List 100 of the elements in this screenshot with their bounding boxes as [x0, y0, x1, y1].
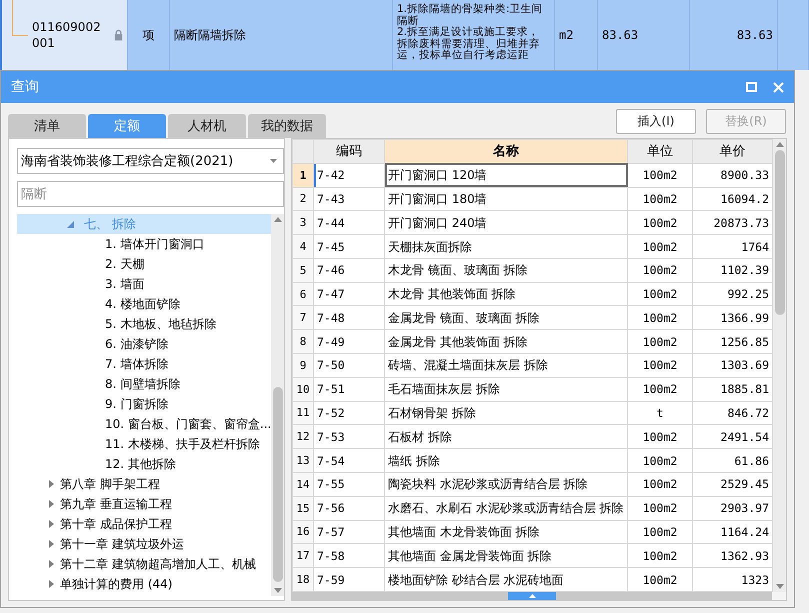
table-cell: 7-46 — [314, 258, 384, 282]
table-cell: 7-50 — [314, 354, 384, 378]
table-row[interactable]: 11 7-52 石材钢骨架 拆除 t 846.72 — [292, 401, 772, 425]
table-row[interactable]: 4 7-45 天棚抹灰面拆除 100m2 1764 — [292, 234, 772, 258]
row-number: 1 — [292, 163, 314, 188]
table-cell: 100m2 — [628, 210, 692, 235]
column-header[interactable]: 编码 — [314, 140, 384, 164]
table-row[interactable]: 9 7-50 砖墙、混凝土墙面抹灰层 拆除 100m2 1303.69 — [292, 354, 772, 378]
collapsed-icon — [49, 540, 54, 548]
row-number: 10 — [292, 377, 314, 402]
table-row[interactable]: 17 7-58 其他墙面 金属龙骨装饰面 拆除 100m2 1362.93 — [292, 544, 772, 568]
tree-item[interactable]: 第十二章 建筑物超高增加人工、机械 — [17, 554, 271, 574]
table-row[interactable]: 7 7-48 金属龙骨 镜面、玻璃面 拆除 100m2 1366.99 — [292, 306, 772, 330]
scroll-down-icon — [776, 584, 784, 589]
close-icon[interactable] — [773, 82, 784, 92]
table-cell: t — [628, 401, 692, 425]
table-cell: 7-42 — [314, 163, 384, 188]
search-field[interactable]: 隔断 — [17, 181, 284, 207]
tree-item[interactable]: 6. 油漆铲除 — [17, 334, 271, 354]
row-number: 9 — [292, 354, 314, 378]
table-cell: 开门窗洞口 180墙 — [384, 187, 628, 211]
item-unit: m2 — [559, 28, 574, 42]
item-description: 2.拆至满足设计或施工要求，拆除废料需要清理、归堆并弃运，投标单位自行考虑运距 — [397, 27, 541, 62]
tab[interactable]: 我的数据 — [248, 114, 326, 138]
quota-dropdown[interactable]: 海南省装饰装修工程综合定额(2021) — [17, 148, 284, 174]
collapsed-icon — [49, 560, 54, 568]
table-row[interactable]: 14 7-55 陶瓷块料 水泥砂浆或沥青结合层 拆除 100m2 2529.45 — [292, 472, 772, 496]
table-cell: 100m2 — [628, 496, 692, 520]
tab[interactable]: 清单 — [8, 114, 86, 138]
dropdown-arrow-icon — [270, 159, 277, 163]
row-number: 6 — [292, 282, 314, 306]
column-header[interactable]: 单位 — [628, 140, 692, 164]
maximize-icon[interactable] — [746, 82, 757, 92]
scrollbar-thumb[interactable] — [774, 150, 784, 315]
table-cell: 100m2 — [628, 330, 692, 354]
dialog-title: 查询 — [11, 78, 40, 96]
row-number: 7 — [292, 306, 314, 330]
item-price: 83.63 — [736, 28, 773, 42]
row-number: 4 — [292, 234, 314, 258]
table-cell: 7-48 — [314, 306, 384, 330]
table-row[interactable]: 12 7-53 石板材 拆除 100m2 2491.54 — [292, 424, 772, 449]
table-cell: 7-47 — [314, 282, 384, 306]
row-number: 13 — [292, 448, 314, 472]
table-row[interactable]: 3 7-44 开门窗洞口 240墙 100m2 20873.73 — [292, 210, 772, 235]
table-cell: 水磨石、水刷石 水泥砂浆或沥青结合层 拆除 — [384, 496, 628, 520]
tree-item[interactable]: 8. 间壁墙拆除 — [17, 374, 271, 394]
table-row[interactable]: 10 7-51 毛石墙面抹灰层 拆除 100m2 1885.81 — [292, 377, 772, 402]
table-row[interactable]: 5 7-46 木龙骨 镜面、玻璃面 拆除 100m2 1102.39 — [292, 258, 772, 282]
row-number: 5 — [292, 258, 314, 282]
table-cell: 其他墙面 金属龙骨装饰面 拆除 — [384, 544, 628, 568]
table-row[interactable]: 8 7-49 金属龙骨 其他装饰面 拆除 100m2 1256.85 — [292, 330, 772, 354]
table-cell: 7-43 — [314, 187, 384, 211]
splitter-arrow-icon — [528, 594, 536, 598]
table-cell: 金属龙骨 镜面、玻璃面 拆除 — [384, 306, 628, 330]
insert-button[interactable]: 插入(I) — [616, 109, 696, 134]
table-cell: 木龙骨 镜面、玻璃面 拆除 — [384, 258, 628, 282]
row-number: 8 — [292, 330, 314, 354]
table-row[interactable]: 15 7-56 水磨石、水刷石 水泥砂浆或沥青结合层 拆除 100m2 2903.97 — [292, 496, 772, 520]
tab[interactable]: 人材机 — [168, 114, 246, 138]
table-cell: 100m2 — [628, 544, 692, 568]
scroll-up-icon — [274, 217, 282, 222]
tree-item[interactable]: 第十章 成品保护工程 — [17, 514, 271, 534]
tree-item[interactable]: 11. 木楼梯、扶手及栏杆拆除 — [17, 434, 271, 454]
tree-item[interactable]: 第九章 垂直运输工程 — [17, 494, 271, 514]
tree-item[interactable]: 第十一章 建筑垃圾外运 — [17, 534, 271, 554]
table-cell: 毛石墙面抹灰层 拆除 — [384, 377, 628, 402]
row-number: 14 — [292, 472, 314, 496]
table-cell: 陶瓷块料 水泥砂浆或沥青结合层 拆除 — [384, 472, 628, 496]
table-cell: 金属龙骨 其他装饰面 拆除 — [384, 330, 628, 354]
item-name: 隔断隔墙拆除 — [174, 26, 246, 44]
scrollbar-thumb[interactable] — [272, 387, 282, 582]
row-number: 16 — [292, 520, 314, 544]
table-cell: 100m2 — [628, 258, 692, 282]
table-cell: 7-58 — [314, 544, 384, 568]
tree-item[interactable]: 3. 墙面 — [17, 274, 271, 294]
tree-item[interactable]: 单独计算的费用 (44) — [17, 574, 271, 594]
table-row[interactable]: 13 7-54 墙纸 拆除 100m2 61.86 — [292, 448, 772, 472]
table-cell: 7-54 — [314, 448, 384, 472]
table-cell: 100m2 — [628, 472, 692, 496]
tree-item[interactable]: 10. 窗台板、门窗套、窗帘盒... — [17, 414, 271, 434]
tree-item[interactable]: 9. 门窗拆除 — [17, 394, 271, 414]
table-row[interactable]: 16 7-57 其他墙面 木龙骨装饰面 拆除 100m2 1164.24 — [292, 520, 772, 544]
table-cell: 100m2 — [628, 306, 692, 330]
column-header[interactable]: 单价 — [692, 140, 772, 164]
table-cell: 其他墙面 木龙骨装饰面 拆除 — [384, 520, 628, 544]
tree-item[interactable]: 12. 其他拆除 — [17, 454, 271, 474]
tree-item[interactable]: 1. 墙体开门窗洞口 — [17, 234, 271, 254]
tree-item[interactable]: 4. 楼地面铲除 — [17, 294, 271, 314]
tree-item[interactable]: 7. 墙体拆除 — [17, 354, 271, 374]
table-cell: 100m2 — [628, 282, 692, 306]
column-header[interactable]: 名称 — [384, 140, 628, 164]
tree-item[interactable]: 5. 木地板、地毡拆除 — [17, 314, 271, 334]
collapsed-icon — [49, 580, 54, 588]
table-cell: 墙纸 拆除 — [384, 448, 628, 472]
table-row[interactable]: 1 7-42 开门窗洞口 120墙 100m2 8900.33 — [292, 163, 772, 188]
table-row[interactable]: 6 7-47 木龙骨 其他装饰面 拆除 100m2 992.25 — [292, 282, 772, 306]
table-row[interactable]: 2 7-43 开门窗洞口 180墙 100m2 16094.2 — [292, 187, 772, 211]
tree-item[interactable]: 2. 天棚 — [17, 254, 271, 274]
tree-item[interactable]: 第八章 脚手架工程 — [17, 474, 271, 494]
table-cell: 7-49 — [314, 330, 384, 354]
